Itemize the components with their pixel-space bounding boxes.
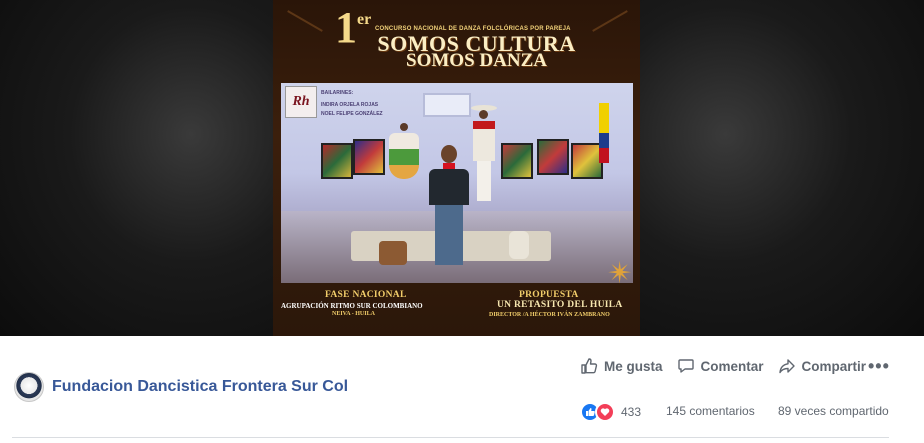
comment-button[interactable]: Comentar [677,357,764,375]
male-dancer [471,105,497,205]
page-name-link[interactable]: Fundacion Dancistica Frontera Sur Col [52,378,348,396]
shares-count-link[interactable]: 89 veces compartido [778,404,889,418]
share-label: Compartir [801,358,867,374]
video-title-line2: SOMOS DANZA [406,50,547,71]
avatar[interactable] [14,372,44,402]
like-label: Me gusta [604,358,663,374]
phase-title: FASE NACIONAL [325,290,407,300]
comment-label: Comentar [700,358,764,374]
comments-count-link[interactable]: 145 comentarios [666,404,755,418]
dancers-heading: BAILARINES: [321,90,354,96]
dancer-2: NOEL FELIPE GONZÁLEZ [321,111,383,117]
group-logo: Rh [285,86,317,118]
video-player[interactable]: 1er CONCURSO NACIONAL DE DANZA FOLCLÓRIC… [0,0,924,336]
video-letterbox-right [640,0,924,336]
proposal-director: DIRECTOR /A HÉCTOR IVÁN ZAMBRANO [489,312,610,318]
divider [12,437,889,438]
dancer-1: INDIRA ORJELA ROJAS [321,102,379,108]
group-location: NEIVA - HUILA [332,311,375,317]
jar [509,231,529,259]
post-author: Fundacion Dancistica Frontera Sur Col [14,372,348,402]
reactions-summary[interactable]: 433 [580,402,641,422]
dancers-credits: BAILARINES: INDIRA ORJELA ROJAS NOEL FEL… [321,89,383,119]
decor-panel [353,139,385,175]
edition-suffix: er [357,11,372,28]
comment-bubble-icon [677,357,695,375]
decor-panel [321,143,353,179]
post-actions: Me gusta Comentar Compartir [580,354,880,378]
proposal-title: PROPUESTA [519,290,579,300]
post-stats: 433 145 comentarios 89 veces compartido [580,402,900,422]
colombia-flag [599,103,609,163]
reactions-count: 433 [621,405,642,419]
decor-panel [501,143,533,179]
stage-window [423,93,471,117]
stage-photo: Rh BAILARINES: INDIRA ORJELA ROJAS NOEL … [281,83,633,283]
share-button[interactable]: Compartir [778,357,867,375]
more-options-icon[interactable]: ••• [868,356,890,377]
share-arrow-icon [778,357,796,375]
love-reaction-icon [595,402,615,422]
presenter [429,145,469,283]
proposal-name: UN RETASITO DEL HUILA [497,300,623,310]
female-dancer [389,123,419,193]
decor-panel [537,139,569,175]
group-name: AGRUPACIÓN RITMO SUR COLOMBIANO [281,302,423,310]
thumbs-up-icon [580,357,598,375]
like-button[interactable]: Me gusta [580,357,663,375]
video-letterbox-left [0,0,273,336]
sun-ornament-icon: ✴ [607,257,633,290]
drum [379,241,407,265]
